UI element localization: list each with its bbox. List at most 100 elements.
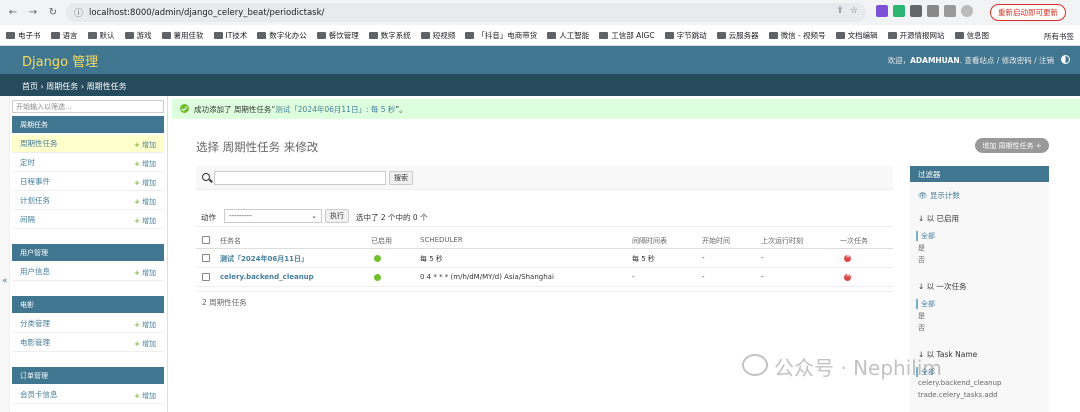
back-icon[interactable]: ← [6, 6, 20, 20]
filter-option[interactable]: 否 [918, 323, 925, 333]
filter-heading[interactable]: ↓ 以 已启用 [918, 213, 959, 224]
sidebar-collapse-toggle[interactable]: « [0, 96, 10, 412]
sidebar-add-link[interactable]: + 增加 [134, 197, 156, 207]
sidebar-add-link[interactable]: + 增加 [134, 339, 156, 349]
sidebar-item[interactable]: 会员卡信息 + 增加 [12, 386, 164, 404]
sidebar-item[interactable]: 定时 + 增加 [12, 154, 164, 172]
sidebar-add-link[interactable]: + 增加 [134, 140, 156, 150]
site-brand[interactable]: Django 管理 [22, 51, 98, 70]
bookmark-item[interactable]: 数字化办公 [257, 30, 307, 41]
filter-option[interactable]: 是 [918, 311, 925, 321]
filter-option[interactable]: trade.celery_tasks.add [918, 391, 998, 399]
site-header: Django 管理 欢迎，ADAMHUAN. 查看站点 / 修改密码 / 注销 [0, 46, 1080, 74]
bookmark-item[interactable]: 薯用佳软 [161, 30, 204, 41]
bookmark-item[interactable]: 电子书 [6, 30, 41, 41]
user-links[interactable]: 查看站点 / 修改密码 / 注销 [964, 56, 1054, 65]
address-bar[interactable]: ⓘ localhost:8000/admin/django_celery_bea… [66, 3, 866, 22]
bookmark-item[interactable]: 默认 [87, 30, 115, 41]
search-button[interactable]: 搜索 [389, 171, 413, 185]
sidebar-item[interactable]: 电影管理 + 增加 [12, 334, 164, 352]
sidebar-add-link[interactable]: + 增加 [134, 159, 156, 169]
bookmark-item[interactable]: 餐饮管理 [316, 30, 359, 41]
share-icon[interactable]: ⇪ [836, 6, 844, 16]
app-caption[interactable]: 电影 [12, 296, 164, 313]
puzzle-icon[interactable] [927, 5, 939, 17]
sidebar-item[interactable]: 间隔 + 增加 [12, 211, 164, 229]
sidebar-item[interactable]: 分类管理 + 增加 [12, 315, 164, 333]
app-caption[interactable]: 周期任务 [12, 116, 164, 133]
column-header[interactable]: SCHEDULER [420, 236, 463, 244]
sidebar-item[interactable]: 日程事件 + 增加 [12, 173, 164, 191]
extension-icon[interactable] [876, 5, 888, 17]
bookmark-star-icon[interactable]: ☆ [850, 6, 858, 16]
select-all-checkbox[interactable] [202, 236, 210, 244]
row-checkbox[interactable] [202, 254, 210, 262]
add-periodic-task-button[interactable]: 增加 周期性任务 + [975, 138, 1049, 153]
profile-icon[interactable] [961, 5, 973, 17]
column-header[interactable]: 间隔时间表 [632, 236, 667, 246]
task-name-link[interactable]: 测试「2024年06月11日」 [220, 254, 308, 264]
column-header[interactable]: 一次任务 [840, 236, 868, 246]
bookmark-item[interactable]: 工信部 AIGC [599, 30, 655, 41]
restart-update-button[interactable]: 重新启动即可更新 [990, 4, 1066, 21]
bookmark-item[interactable]: 开源情报网站 [887, 30, 945, 41]
extension-icon[interactable] [893, 5, 905, 17]
bookmark-item[interactable]: 「抖音」电商带货 [465, 30, 537, 41]
bookmark-item[interactable]: 短视频 [420, 30, 455, 41]
bookmark-item[interactable]: 文档编辑 [835, 30, 878, 41]
column-header[interactable]: 已启用 [371, 236, 392, 246]
sidebar-add-link[interactable]: + 增加 [134, 178, 156, 188]
bookmark-item[interactable]: 数字系统 [368, 30, 411, 41]
page-title: 选择 周期性任务 来修改 [196, 140, 319, 154]
folder-icon [599, 31, 609, 39]
sidebar-filter-input[interactable]: 开始输入以筛选... [12, 100, 164, 113]
bookmark-item[interactable]: IT技术 [213, 30, 247, 41]
bookmark-item[interactable]: 信息图 [954, 30, 989, 41]
scheduler-cell: 0 4 * * * (m/h/dM/MY/d) Asia/Shanghai [420, 273, 554, 281]
row-checkbox[interactable] [202, 273, 210, 281]
bookmark-item[interactable]: 字节跳动 [664, 30, 707, 41]
app-caption[interactable]: 用户管理 [12, 244, 164, 261]
action-select[interactable]: --------- ⌄ [224, 209, 322, 223]
filter-option[interactable]: 是 [918, 243, 925, 253]
extension-icon[interactable] [910, 5, 922, 17]
column-header[interactable]: 开始时间 [702, 236, 730, 246]
filter-option[interactable]: 全部 [916, 231, 935, 241]
task-name-link[interactable]: celery.backend_cleanup [220, 273, 314, 281]
theme-toggle-icon[interactable] [1061, 55, 1070, 64]
reload-icon[interactable]: ↻ [46, 6, 60, 20]
filter-option[interactable]: 否 [918, 255, 925, 265]
sidebar-item[interactable]: 用户信息 + 增加 [12, 263, 164, 281]
breadcrumb-text[interactable]: 首页 › 周期任务 › 周期性任务 [22, 81, 127, 92]
selection-counter: 选中了 2 个中的 0 个 [356, 213, 428, 222]
sidebar-add-link[interactable]: + 增加 [134, 268, 156, 278]
bookmark-item[interactable]: 微信 - 视频号 [768, 30, 826, 41]
folder-icon [954, 31, 964, 39]
message-link[interactable]: 测试「2024年06月11日」: 每 5 秒 [275, 104, 395, 115]
bookmark-item[interactable]: 云服务器 [716, 30, 759, 41]
sidebar-item[interactable]: 周期性任务 + 增加 [12, 135, 164, 153]
sidebar-add-link[interactable]: + 增加 [134, 391, 156, 401]
collapse-icon[interactable]: « [2, 276, 8, 286]
bookmark-item[interactable]: 游戏 [124, 30, 152, 41]
filter-heading[interactable]: ↓ 以 一次任务 [918, 281, 967, 292]
bookmark-item[interactable]: 人工智能 [547, 30, 589, 41]
column-header[interactable]: 任务名 [220, 236, 241, 246]
bookmark-item[interactable]: 语言 [50, 30, 78, 41]
user-tools: 欢迎，ADAMHUAN. 查看站点 / 修改密码 / 注销 [887, 56, 1054, 65]
show-counts-link[interactable]: 👁 显示计数 [918, 190, 960, 201]
table-row: celery.backend_cleanup 0 4 * * * (m/h/dM/… [196, 268, 893, 287]
go-button[interactable]: 执行 [325, 209, 349, 223]
search-input[interactable] [214, 171, 386, 185]
filter-option[interactable]: 全部 [916, 299, 935, 309]
folder-icon [420, 31, 430, 39]
app-caption[interactable]: 订单管理 [12, 367, 164, 384]
column-header[interactable]: 上次运行时刻 [761, 236, 803, 246]
info-icon[interactable]: ⓘ [74, 6, 83, 19]
sidebar-icon[interactable] [944, 5, 956, 17]
sidebar-add-link[interactable]: + 增加 [134, 320, 156, 330]
sidebar-add-link[interactable]: + 增加 [134, 216, 156, 226]
all-bookmarks-link[interactable]: 所有书签 [1044, 31, 1074, 42]
forward-icon[interactable]: → [26, 6, 40, 20]
sidebar-item[interactable]: 计划任务 + 增加 [12, 192, 164, 210]
